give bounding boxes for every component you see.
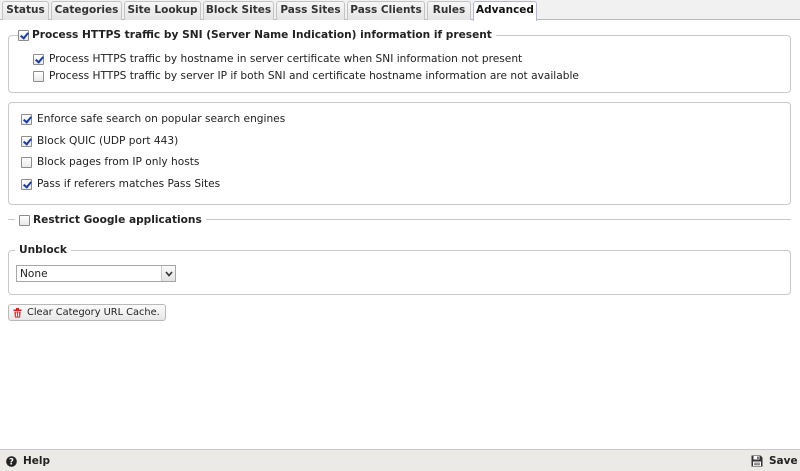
chevron-down-icon[interactable]	[161, 266, 175, 281]
option-pass-referers: Pass if referers matches Pass Sites	[21, 178, 220, 190]
pass-referers-checkbox[interactable]	[21, 178, 32, 190]
pass-referers-label: Pass if referers matches Pass Sites	[37, 178, 221, 190]
save-label: Save	[769, 455, 798, 467]
tab-categories[interactable]: Categories	[51, 1, 122, 20]
sni-server-ip-label: Process HTTPS traffic by server IP if bo…	[49, 70, 579, 82]
sni-hostname-label: Process HTTPS traffic by hostname in ser…	[49, 53, 523, 65]
sni-legend: Process HTTPS traffic by SNI (Server Nam…	[18, 28, 496, 42]
google-checkbox[interactable]	[19, 214, 30, 226]
option-safe-search: Enforce safe search on popular search en…	[21, 113, 285, 125]
block-quic-label: Block QUIC (UDP port 443)	[37, 135, 179, 147]
floppy-disk-icon	[751, 455, 763, 467]
option-block-ip-hosts: Block pages from IP only hosts	[21, 156, 199, 168]
sni-option-hostname: Process HTTPS traffic by hostname in ser…	[33, 53, 522, 65]
option-block-quic: Block QUIC (UDP port 443)	[21, 135, 178, 147]
help-label: Help	[23, 455, 51, 467]
unblock-legend-label: Unblock	[19, 244, 67, 256]
help-button[interactable]: ? Help	[6, 453, 50, 469]
tab-site-lookup[interactable]: Site Lookup	[124, 1, 201, 20]
tab-rules[interactable]: Rules	[427, 1, 471, 20]
sni-server-ip-checkbox[interactable]	[33, 70, 44, 82]
tab-advanced[interactable]: Advanced	[473, 1, 537, 21]
google-label: Restrict Google applications	[33, 214, 202, 226]
sni-label: Process HTTPS traffic by SNI (Server Nam…	[32, 29, 492, 41]
clear-category-cache-button[interactable]: Clear Category URL Cache.	[8, 304, 166, 321]
block-quic-checkbox[interactable]	[21, 135, 32, 147]
svg-text:?: ?	[9, 457, 14, 466]
sni-option-server-ip: Process HTTPS traffic by server IP if bo…	[33, 70, 579, 82]
help-icon: ?	[6, 455, 17, 467]
sni-hostname-checkbox[interactable]	[33, 53, 44, 65]
block-ip-hosts-label: Block pages from IP only hosts	[37, 156, 200, 168]
tab-status[interactable]: Status	[2, 1, 49, 20]
clear-category-cache-label: Clear Category URL Cache.	[27, 307, 160, 318]
unblock-legend: Unblock	[15, 243, 71, 257]
tab-bar: Status Categories Site Lookup Block Site…	[0, 0, 800, 21]
safe-search-label: Enforce safe search on popular search en…	[37, 113, 286, 125]
trash-icon	[13, 307, 22, 318]
save-button[interactable]: Save	[751, 453, 798, 469]
footer-bar: ? Help Save	[0, 449, 800, 471]
block-ip-hosts-checkbox[interactable]	[21, 156, 32, 168]
google-legend: Restrict Google applications	[15, 213, 206, 227]
sni-checkbox[interactable]	[18, 29, 29, 41]
unblock-select[interactable]: None	[16, 265, 176, 282]
tab-pass-sites[interactable]: Pass Sites	[276, 1, 345, 20]
safe-search-checkbox[interactable]	[21, 113, 32, 125]
tab-block-sites[interactable]: Block Sites	[203, 1, 274, 20]
unblock-select-value: None	[20, 267, 48, 280]
tab-pass-clients[interactable]: Pass Clients	[347, 1, 425, 20]
